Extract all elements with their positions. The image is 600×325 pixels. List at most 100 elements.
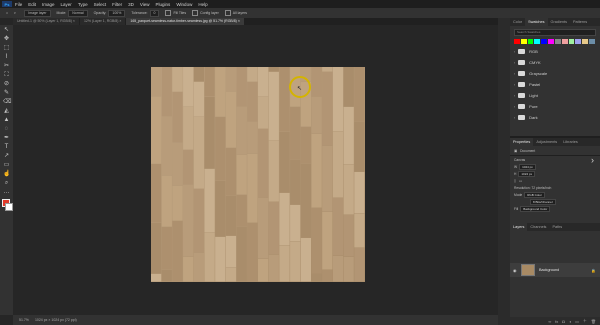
color-swatch[interactable]	[534, 39, 541, 44]
tab-patterns[interactable]: Patterns	[570, 18, 590, 26]
tab-channels[interactable]: Channels	[527, 223, 549, 231]
group-icon[interactable]: ▭	[575, 319, 579, 324]
wood-plank	[193, 82, 204, 117]
wood-plank	[204, 233, 215, 282]
opacity-field[interactable]: 100%	[108, 9, 126, 17]
menu-view[interactable]: View	[140, 2, 150, 7]
document-canvas[interactable]: ↖	[13, 25, 498, 315]
move-tool-icon[interactable]: ↖	[3, 27, 10, 34]
swatch-folder-cmyk[interactable]: › CMYK	[510, 57, 600, 68]
menu-3d[interactable]: 3D	[128, 2, 134, 7]
layer-row-background[interactable]: ◉ Background 🔒	[510, 263, 600, 277]
color-swatch[interactable]	[589, 39, 595, 44]
orientation-icon[interactable]: ▭	[519, 179, 522, 183]
swatch-folder-dark[interactable]: › Dark	[510, 112, 600, 123]
fill-select[interactable]: Background Color	[520, 205, 551, 212]
pen-tool-icon[interactable]: ✒	[3, 135, 10, 142]
color-mode-select[interactable]: RGB Color	[524, 191, 545, 198]
swatch-folder-grayscale[interactable]: › Grayscale	[510, 68, 600, 79]
all-layers-checkbox[interactable]	[224, 10, 231, 16]
frame-tool-icon[interactable]: ⛶	[3, 72, 10, 79]
height-field[interactable]: 1024 px	[518, 170, 536, 177]
color-swatch[interactable]	[582, 39, 589, 44]
link-icon[interactable]: ∞	[548, 319, 551, 324]
menu-filter[interactable]: Filter	[112, 2, 122, 7]
menu-edit[interactable]: Edit	[28, 2, 36, 7]
orientation-icon[interactable]: ▯	[514, 179, 516, 183]
tab-swatches[interactable]: Swatches	[525, 18, 548, 26]
gradient-tool-icon[interactable]: ◭	[3, 108, 10, 115]
tab-layer-1[interactable]: 12% (Layer 1, RGB/8) ×	[79, 18, 126, 25]
menu-plugins[interactable]: Plugins	[156, 2, 171, 7]
bit-depth-select[interactable]: 8 Bits/Channel	[530, 198, 556, 205]
wood-plank	[215, 237, 226, 282]
color-swatch[interactable]	[527, 39, 534, 44]
color-swatch[interactable]	[568, 39, 575, 44]
lasso-tool-icon[interactable]: ⌇	[3, 54, 10, 61]
tab-libraries[interactable]: Libraries	[560, 138, 581, 146]
swatch-folder-rgb[interactable]: › RGB	[510, 46, 600, 57]
crop-tool-icon[interactable]: ✂	[3, 63, 10, 70]
trash-icon[interactable]: 🗑	[591, 319, 596, 324]
mode-select[interactable]: Normal	[68, 9, 88, 17]
color-swatch[interactable]	[575, 39, 582, 44]
menu-help[interactable]: Help	[198, 2, 207, 7]
swatch-folder-pastel[interactable]: › Pastel	[510, 79, 600, 90]
color-swatch[interactable]	[541, 39, 548, 44]
tab-layers[interactable]: Layers	[510, 223, 528, 231]
brush-tool-icon[interactable]: ✎	[3, 90, 10, 97]
zoom-level[interactable]: 51.7%	[19, 318, 29, 322]
tolerance-field[interactable]: 0	[149, 9, 160, 17]
dodge-tool-icon[interactable]: ◌	[3, 126, 10, 133]
zoom-tool-icon[interactable]: ⌕	[3, 180, 10, 187]
eraser-tool-icon[interactable]: ⌫	[3, 99, 11, 106]
path-select-tool-icon[interactable]: ↗	[3, 153, 10, 160]
menu-layer[interactable]: Layer	[61, 2, 72, 7]
chevron-right-icon[interactable]: ›	[591, 155, 594, 165]
tab-adjustments[interactable]: Adjustments	[533, 138, 560, 146]
shape-tool-icon[interactable]: ▭	[3, 162, 10, 169]
photoshop-logo-icon[interactable]: Ps	[2, 1, 12, 7]
menu-file[interactable]: File	[15, 2, 22, 7]
blur-tool-icon[interactable]: ▲	[3, 117, 10, 124]
more-tools-icon[interactable]: …	[3, 189, 10, 196]
type-tool-icon[interactable]: T	[3, 144, 10, 151]
color-swatch[interactable]	[514, 39, 520, 44]
eye-icon[interactable]: ◉	[513, 268, 519, 273]
tab-parquet[interactable]: 165_parquet-seamless-natur-timber-seamle…	[126, 18, 244, 25]
config-layer-checkbox[interactable]	[192, 10, 199, 16]
canvas-area[interactable]: ↖	[13, 25, 498, 315]
fill-tiles-checkbox[interactable]	[165, 10, 172, 16]
mask-icon[interactable]: ◘	[562, 319, 564, 324]
home-icon[interactable]: ⌂	[6, 11, 8, 15]
background-color-swatch[interactable]	[5, 203, 13, 211]
preset-select[interactable]: Image layer	[24, 9, 51, 17]
wood-plank	[268, 72, 279, 141]
color-swatch[interactable]	[548, 39, 554, 44]
swatch-folder-light[interactable]: › Light	[510, 90, 600, 101]
menu-image[interactable]: Image	[42, 2, 55, 7]
menu-type[interactable]: Type	[78, 2, 88, 7]
color-swatch[interactable]	[554, 39, 561, 44]
menu-select[interactable]: Select	[94, 2, 107, 7]
tab-color[interactable]: Color	[510, 18, 525, 26]
artboard-tool-icon[interactable]: ✥	[3, 36, 10, 43]
fx-icon[interactable]: fx	[555, 319, 558, 324]
color-swatch[interactable]	[561, 39, 568, 44]
swatch-search-input[interactable]: Search Swatches	[514, 29, 596, 36]
new-layer-icon[interactable]: ＋	[583, 318, 587, 324]
swatch-folder-pure[interactable]: › Pure	[510, 101, 600, 112]
tab-gradients[interactable]: Gradients	[548, 18, 570, 26]
marquee-tool-icon[interactable]: ⬚	[3, 45, 10, 52]
tab-paths[interactable]: Paths	[549, 223, 565, 231]
menu-window[interactable]: Window	[176, 2, 192, 7]
tab-properties[interactable]: Properties	[510, 138, 534, 146]
brush-preset-icon[interactable]: ◐	[14, 11, 16, 15]
color-swatch[interactable]	[520, 39, 527, 44]
width-field[interactable]: 1024 px	[519, 163, 536, 170]
options-bar: ⌂ ◐ Image layer Mode: Normal Opacity: 100%…	[0, 8, 600, 18]
hand-tool-icon[interactable]: ☝	[3, 171, 10, 178]
healing-tool-icon[interactable]: ⊘	[3, 81, 10, 88]
adjustment-icon[interactable]: ◑	[569, 319, 571, 324]
tab-untitled-1[interactable]: Untitled-1 @ 50% (Layer 1, RGB/8) ×	[13, 18, 79, 25]
